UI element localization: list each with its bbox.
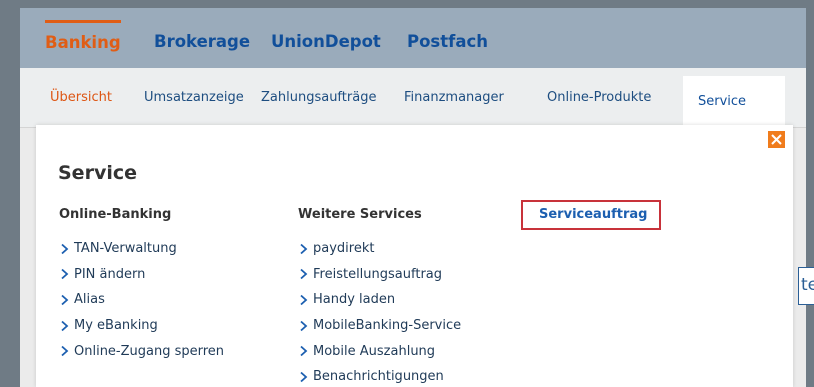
tab-uniondepot[interactable]: UnionDepot [271, 20, 381, 68]
sub-nav-item-umsatzanzeige[interactable]: Umsatzanzeige [144, 90, 244, 105]
window-frame-left [0, 0, 20, 387]
link-online-zugang-sperren[interactable]: Online-Zugang sperren [59, 338, 224, 364]
chevron-right-icon [61, 294, 69, 306]
chevron-right-icon [61, 243, 69, 254]
window-frame-right [806, 0, 814, 387]
chevron-right-icon [300, 294, 308, 306]
popup-close-button[interactable] [768, 131, 785, 148]
window-frame-top [0, 0, 814, 8]
sub-nav-item-finanzmanager[interactable]: Finanzmanager [404, 90, 504, 105]
link-mobile-auszahlung[interactable]: Mobile Auszahlung [298, 338, 461, 364]
weitere-services-link-list: paydirekt Freistellungsauftrag Handy lad… [298, 236, 461, 387]
tab-postfach[interactable]: Postfach [407, 20, 488, 68]
link-my-ebanking[interactable]: My eBanking [59, 313, 224, 339]
column-heading-weitere-services: Weitere Services [298, 207, 422, 222]
background-partial-button[interactable]: ter [798, 267, 814, 305]
sub-nav-item-service[interactable]: Service [698, 94, 746, 109]
link-alias[interactable]: Alias [59, 287, 224, 313]
serviceauftrag-label: Serviceauftrag [539, 207, 648, 222]
chevron-right-icon [300, 243, 308, 254]
link-benachrichtigungen[interactable]: Benachrichtigungen [298, 364, 461, 387]
sub-navigation: Übersicht Umsatzanzeige Zahlungsaufträge… [20, 68, 806, 136]
link-freistellungsauftrag[interactable]: Freistellungsauftrag [298, 262, 461, 288]
link-tan-verwaltung[interactable]: TAN-Verwaltung [59, 236, 224, 262]
tab-banking[interactable]: Banking [45, 20, 121, 68]
chevron-right-icon [300, 371, 308, 382]
chevron-right-icon [61, 320, 69, 331]
column-heading-online-banking: Online-Banking [59, 207, 172, 222]
link-mobilebanking-service[interactable]: MobileBanking-Service [298, 313, 461, 339]
tab-brokerage[interactable]: Brokerage [154, 20, 250, 68]
serviceauftrag-link[interactable]: Serviceauftrag [521, 200, 661, 230]
link-handy-laden[interactable]: Handy laden [298, 287, 461, 313]
chevron-right-icon [300, 346, 308, 357]
link-pin-aendern[interactable]: PIN ändern [59, 262, 224, 288]
close-icon [771, 134, 782, 145]
chevron-right-icon [61, 269, 69, 280]
sub-nav-item-uebersicht[interactable]: Übersicht [50, 90, 112, 105]
popup-title: Service [58, 162, 137, 184]
link-paydirekt[interactable]: paydirekt [298, 236, 461, 262]
online-banking-link-list: TAN-Verwaltung PIN ändern Alias My eBank… [59, 236, 224, 364]
chevron-right-icon [300, 269, 308, 280]
chevron-right-icon [61, 346, 69, 357]
sub-nav-item-online-produkte[interactable]: Online-Produkte [547, 90, 651, 105]
background-partial-button-label: ter [801, 275, 814, 295]
chevron-right-icon [300, 320, 308, 331]
sub-nav-item-zahlungsauftraege[interactable]: Zahlungsaufträge [261, 90, 376, 105]
main-navigation: Banking Brokerage UnionDepot Postfach [20, 8, 806, 68]
